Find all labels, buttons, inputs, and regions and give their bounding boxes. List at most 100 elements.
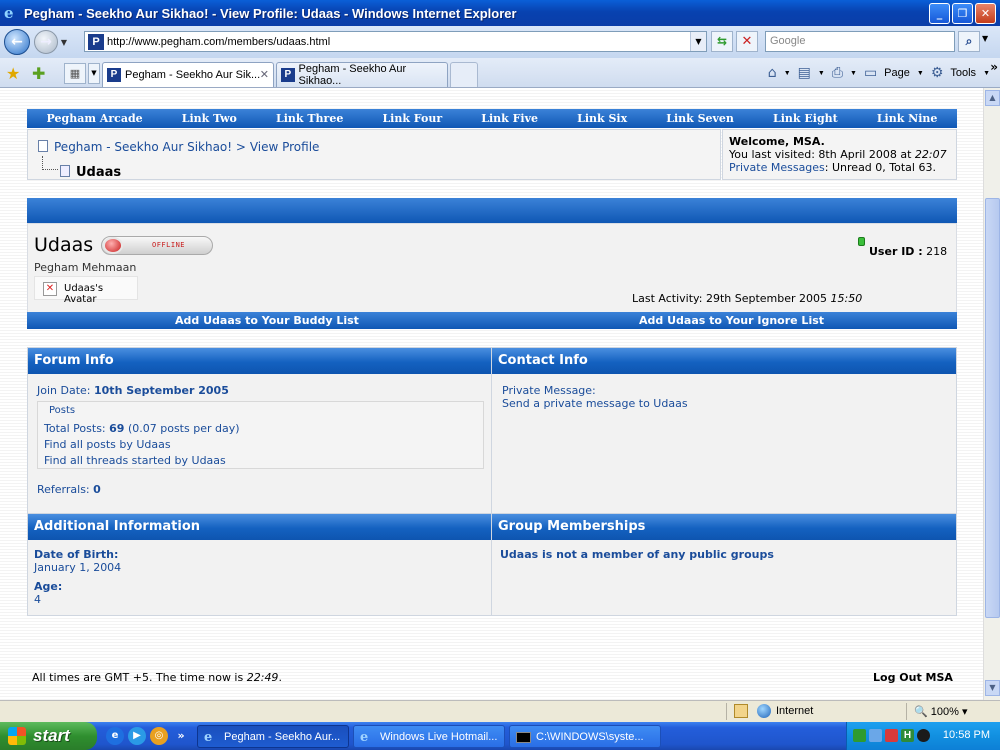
profile-actions-bar: Add Udaas to Your Buddy List Add Udaas t…	[27, 312, 957, 329]
forward-button[interactable]: →	[34, 30, 58, 54]
windows-logo-icon	[8, 727, 26, 745]
ie-icon: e	[360, 730, 369, 745]
windows-taskbar: start e ▶ ◎ » e Pegham - Seekho Aur... e…	[0, 722, 1000, 750]
page-menu[interactable]: Page	[884, 67, 910, 79]
close-button[interactable]: ✕	[975, 3, 996, 24]
address-toolbar: ← → ▼ P http://www.pegham.com/members/ud…	[0, 26, 1000, 58]
feeds-icon[interactable]: ▤	[798, 65, 811, 81]
minimize-button[interactable]: _	[929, 3, 950, 24]
browser-quicklaunch-icon[interactable]: ◎	[150, 727, 168, 745]
history-dropdown[interactable]: ▼	[58, 38, 70, 47]
close-tab-icon[interactable]: ✕	[260, 68, 269, 81]
nav-link-two[interactable]: Link Two	[182, 112, 237, 125]
find-posts-link[interactable]: Find all posts by Udaas	[44, 438, 171, 451]
breadcrumb-trail: Pegham - Seekho Aur Sikhao! > View Profi…	[38, 140, 319, 154]
posts-fieldset: Posts Total Posts: 69 (0.07 posts per da…	[37, 401, 484, 469]
tree-lines-icon	[42, 156, 58, 170]
total-posts-value: 69	[109, 422, 125, 435]
nav-link-pegham-arcade[interactable]: Pegham Arcade	[47, 112, 143, 125]
last-visited-text: You last visited: 8th April 2008 at	[729, 148, 912, 161]
nav-link-eight[interactable]: Link Eight	[773, 112, 838, 125]
system-tray: H 10:58 PM	[846, 722, 1000, 750]
media-player-icon[interactable]: ▶	[128, 727, 146, 745]
network-icon[interactable]	[853, 729, 866, 742]
breadcrumb: Pegham - Seekho Aur Sikhao! > View Profi…	[27, 129, 721, 180]
document-icon	[60, 165, 70, 177]
chevron-right-icon[interactable]: »	[172, 727, 190, 745]
messenger-icon[interactable]	[869, 729, 882, 742]
feeds-dropdown[interactable]: ▼	[818, 70, 825, 77]
chevron-right-icon[interactable]: »	[990, 60, 998, 74]
taskbar-button-pegham[interactable]: e Pegham - Seekho Aur...	[197, 725, 349, 748]
user-id: User ID : 218	[869, 245, 947, 258]
find-threads-link[interactable]: Find all threads started by Udaas	[44, 454, 226, 467]
security-zone: Internet	[776, 705, 814, 717]
forum-info-heading: Forum Info	[28, 348, 491, 374]
tab-label: Pegham - Seekho Aur Sik...	[125, 69, 261, 81]
tools-dropdown[interactable]: ▼	[983, 70, 990, 77]
breadcrumb-separator: >	[235, 140, 246, 154]
nav-link-seven[interactable]: Link Seven	[666, 112, 734, 125]
age-label: Age:	[34, 580, 63, 593]
maximize-button[interactable]: ❐	[952, 3, 973, 24]
avatar-alt-text: Udaas's Avatar	[64, 283, 104, 305]
ie-quicklaunch-icon[interactable]: e	[106, 727, 124, 745]
print-icon[interactable]: ⎙	[832, 65, 843, 81]
ie-icon: e	[204, 730, 213, 745]
quick-tabs-button[interactable]: ▦	[64, 63, 86, 84]
page-scrollbar[interactable]: ▲ ▼	[983, 88, 1000, 700]
start-button[interactable]: start	[0, 722, 97, 750]
search-icon[interactable]: ⌕	[958, 31, 980, 52]
logout-link[interactable]: Log Out MSA	[873, 671, 953, 684]
breadcrumb-section-link[interactable]: View Profile	[250, 140, 320, 154]
add-ignore-link[interactable]: Add Udaas to Your Ignore List	[639, 314, 824, 327]
nav-link-four[interactable]: Link Four	[382, 112, 442, 125]
tools-menu[interactable]: Tools	[950, 67, 976, 79]
additional-info-heading: Additional Information	[28, 514, 491, 540]
last-visited: You last visited: 8th April 2008 at 22:0…	[729, 148, 950, 161]
address-bar[interactable]: P http://www.pegham.com/members/udaas.ht…	[84, 31, 707, 52]
print-dropdown[interactable]: ▼	[850, 70, 857, 77]
tab-list-dropdown[interactable]: ▼	[88, 63, 100, 84]
scroll-down-icon[interactable]: ▼	[985, 680, 1000, 696]
private-messages-link[interactable]: Private Messages	[729, 161, 825, 174]
zoom-level[interactable]: 🔍 100% ▾	[914, 705, 967, 718]
document-icon	[38, 140, 48, 152]
tab-pegham-active[interactable]: P Pegham - Seekho Aur Sik... ✕	[102, 62, 274, 87]
antivirus-icon[interactable]	[885, 729, 898, 742]
stop-button[interactable]: ✕	[736, 31, 758, 52]
hotmail-tray-icon[interactable]: H	[901, 729, 914, 742]
command-bar: ⌂ ▼ ▤ ▼ ⎙ ▼ ▭ Page ▼ ⚙ Tools ▼	[768, 62, 990, 84]
page-dropdown[interactable]: ▼	[917, 70, 924, 77]
nav-link-three[interactable]: Link Three	[276, 112, 343, 125]
breadcrumb-home-link[interactable]: Pegham - Seekho Aur Sikhao!	[54, 140, 232, 154]
footer-time-now: 22:49	[246, 671, 279, 684]
profile-header-bar	[27, 198, 957, 223]
back-button[interactable]: ←	[4, 29, 30, 55]
address-dropdown[interactable]: ▼	[690, 32, 706, 51]
new-tab-button[interactable]	[450, 62, 478, 87]
add-favorites-icon[interactable]: ✚	[32, 64, 45, 83]
scroll-up-icon[interactable]: ▲	[985, 90, 1000, 106]
nav-link-five[interactable]: Link Five	[481, 112, 538, 125]
taskbar-button-hotmail[interactable]: e Windows Live Hotmail...	[353, 725, 505, 748]
refresh-button[interactable]: ⇆	[711, 31, 733, 52]
address-url[interactable]: http://www.pegham.com/members/udaas.html	[107, 36, 330, 48]
volume-icon[interactable]	[917, 729, 930, 742]
page-title: Udaas	[76, 165, 122, 180]
taskbar-button-cmd[interactable]: C:\WINDOWS\syste...	[509, 725, 661, 748]
home-dropdown[interactable]: ▼	[784, 70, 791, 77]
nav-link-nine[interactable]: Link Nine	[877, 112, 938, 125]
tab-toolbar: ★ ✚ ▦ ▼ P Pegham - Seekho Aur Sik... ✕ P…	[0, 58, 1000, 88]
nav-link-six[interactable]: Link Six	[577, 112, 627, 125]
send-private-message-link[interactable]: Send a private message to Udaas	[502, 397, 688, 410]
favorites-star-icon[interactable]: ★	[6, 64, 20, 83]
search-input[interactable]: Google	[765, 31, 955, 52]
add-buddy-link[interactable]: Add Udaas to Your Buddy List	[175, 314, 359, 327]
tab-label: Pegham - Seekho Aur Sikhao...	[298, 63, 407, 87]
tab-pegham-second[interactable]: P Pegham - Seekho Aur Sikhao...	[276, 62, 448, 87]
search-options-dropdown[interactable]: ▼	[982, 34, 988, 43]
home-icon[interactable]: ⌂	[768, 65, 777, 81]
referrals-value: 0	[93, 483, 101, 496]
scroll-thumb[interactable]	[985, 198, 1000, 618]
